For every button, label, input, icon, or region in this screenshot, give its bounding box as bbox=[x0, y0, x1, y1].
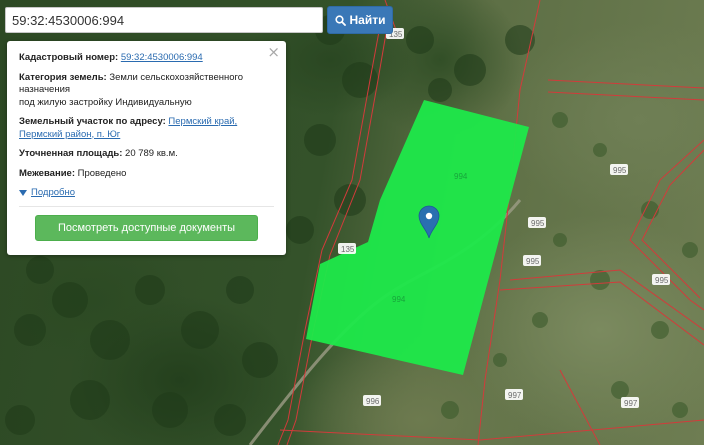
parcel-label: 995 bbox=[523, 255, 541, 266]
cadastral-number-link[interactable]: 59:32:4530006:994 bbox=[121, 52, 203, 63]
area-value: 20 789 кв.м. bbox=[125, 148, 178, 159]
parcel-label: 996 bbox=[363, 395, 381, 406]
svg-text:995: 995 bbox=[526, 257, 540, 266]
land-category-value-line1: Земли сельскохозяйственного bbox=[109, 71, 244, 83]
parcel-info-popup: × Кадастровый номер: 59:32:4530006:994 К… bbox=[7, 41, 286, 255]
map-marker-icon[interactable] bbox=[418, 205, 440, 239]
land-category-value-line3: под жилую застройку Индивидуальную bbox=[19, 96, 192, 108]
view-documents-button[interactable]: Посмотреть доступные документы bbox=[35, 214, 258, 241]
svg-text:997: 997 bbox=[508, 391, 522, 400]
search-input[interactable] bbox=[5, 7, 323, 33]
address-link-line1[interactable]: Пермский край, bbox=[168, 116, 237, 127]
parcel-label: 135 bbox=[338, 243, 356, 254]
parcel-label: 994 bbox=[392, 295, 406, 304]
parcel-label: 994 bbox=[454, 172, 468, 181]
svg-text:994: 994 bbox=[454, 172, 468, 181]
survey-label: Межевание: bbox=[19, 167, 75, 179]
parcel-label: 995 bbox=[528, 217, 546, 228]
cadastral-number-row: Кадастровый номер: 59:32:4530006:994 bbox=[19, 52, 274, 65]
cadastral-number-label: Кадастровый номер: bbox=[19, 52, 119, 63]
svg-text:135: 135 bbox=[341, 245, 355, 254]
land-category-row: Категория земель: Земли сельскохозяйстве… bbox=[19, 72, 274, 110]
parcel-label: 997 bbox=[505, 389, 523, 400]
details-link[interactable]: Подробно bbox=[31, 187, 75, 200]
address-link-line2[interactable]: Пермский район, п. Юг bbox=[19, 129, 120, 140]
close-icon[interactable]: × bbox=[267, 45, 280, 60]
divider bbox=[19, 205, 274, 207]
area-row: Уточненная площадь: 20 789 кв.м. bbox=[19, 148, 274, 161]
svg-text:997: 997 bbox=[624, 399, 638, 408]
svg-text:995: 995 bbox=[531, 219, 545, 228]
area-label: Уточненная площадь: bbox=[19, 148, 123, 159]
land-category-value-line2: назначения bbox=[19, 84, 71, 95]
triangle-down-icon bbox=[19, 190, 27, 197]
search-icon bbox=[334, 14, 346, 26]
land-category-label: Категория земель: bbox=[19, 71, 107, 83]
svg-text:995: 995 bbox=[613, 166, 627, 175]
parcel-label: 995 bbox=[610, 164, 628, 175]
survey-row: Межевание: Проведено bbox=[19, 168, 274, 181]
svg-text:995: 995 bbox=[655, 276, 669, 285]
address-row: Земельный участок по адресу: Пермский кр… bbox=[19, 116, 274, 141]
search-button-label: Найти bbox=[349, 13, 386, 27]
survey-value: Проведено bbox=[77, 167, 127, 179]
parcel-label: 997 bbox=[621, 397, 639, 408]
svg-text:994: 994 bbox=[392, 295, 406, 304]
address-label: Земельный участок по адресу: bbox=[19, 116, 166, 127]
details-toggle[interactable]: Подробно bbox=[19, 187, 274, 200]
svg-text:996: 996 bbox=[366, 397, 380, 406]
parcel-label: 995 bbox=[652, 274, 670, 285]
search-button[interactable]: Найти bbox=[327, 6, 393, 34]
